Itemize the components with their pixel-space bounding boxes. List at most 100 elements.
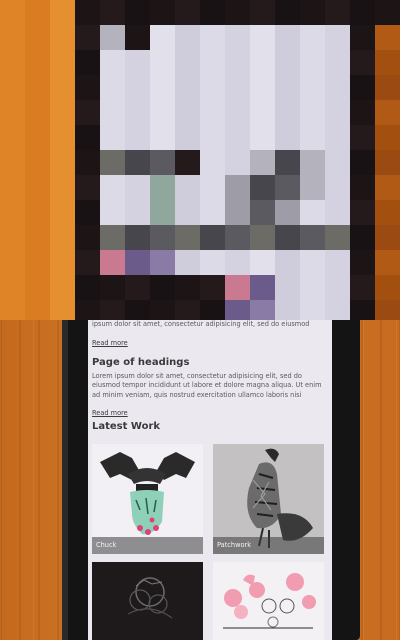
photo-pixel [200, 50, 225, 75]
work-tile-chuck[interactable]: Chuck [92, 444, 203, 554]
photo-pixel [250, 125, 275, 150]
photo-pixel [0, 75, 25, 100]
photo-pixel [275, 300, 300, 320]
photo-pixel [300, 100, 325, 125]
photo-pixel [175, 50, 200, 75]
read-more-link[interactable]: Read more [92, 339, 128, 347]
work-tile-pink-flowers[interactable] [213, 562, 324, 640]
photo-pixel [250, 25, 275, 50]
read-more-link-2[interactable]: Read more [92, 409, 128, 417]
photo-pixel [100, 225, 125, 250]
photo-pixel [0, 100, 25, 125]
photo-pixel [325, 125, 350, 150]
photo-pixel [50, 100, 75, 125]
photo-pixel [125, 100, 150, 125]
photo-pixel [100, 0, 125, 25]
photo-pixel [150, 75, 175, 100]
photo-pixel [175, 100, 200, 125]
photo-pixel [275, 25, 300, 50]
photo-pixel [25, 0, 50, 25]
photo-pixel [0, 175, 25, 200]
photo-pixel [250, 100, 275, 125]
photo-pixel [100, 200, 125, 225]
photo-pixel [375, 250, 400, 275]
photo-pixel [0, 0, 25, 25]
photo-pixel [275, 0, 300, 25]
photo-pixel [125, 125, 150, 150]
photo-pixel [375, 25, 400, 50]
photo-pixel [350, 75, 375, 100]
photo-pixel [225, 175, 250, 200]
section-heading: Page of headings [92, 356, 190, 368]
photo-pixel [250, 225, 275, 250]
paragraph-body: Lorem ipsum dolor sit amet, consectetur … [92, 371, 322, 399]
photo-pixel [325, 175, 350, 200]
photo-pixel [300, 75, 325, 100]
work-tile-dark-pattern[interactable] [92, 562, 203, 640]
photo-pixel [275, 175, 300, 200]
photo-pixel [325, 200, 350, 225]
photo-pixel [200, 175, 225, 200]
photo-pixel [225, 0, 250, 25]
photo-pixel [250, 150, 275, 175]
photo-pixel [125, 225, 150, 250]
photo-pixel [75, 100, 100, 125]
work-caption-patchwork: Patchwork [213, 537, 324, 554]
photo-pixel [200, 100, 225, 125]
photo-pixel [150, 150, 175, 175]
photo-pixel [250, 0, 275, 25]
photo-pixel [175, 300, 200, 320]
photo-pixel [325, 150, 350, 175]
photo-pixel [350, 150, 375, 175]
photo-pixel [225, 200, 250, 225]
photo-pixel [375, 300, 400, 320]
photo-pixel [25, 150, 50, 175]
photo-pixel [0, 50, 25, 75]
photo-pixel [250, 50, 275, 75]
photo-pixel [25, 75, 50, 100]
photo-pixel [300, 50, 325, 75]
photo-pixel [175, 200, 200, 225]
phone-screen[interactable]: ipsum dolor sit amet, consectetur adipis… [88, 320, 332, 640]
photo-pixel [150, 300, 175, 320]
photo-pixel [200, 250, 225, 275]
photo-pixel [100, 100, 125, 125]
photo-pixel [175, 275, 200, 300]
photo-pixel [125, 300, 150, 320]
photo-pixel [200, 275, 225, 300]
photo-pixel [125, 75, 150, 100]
photo-pixel [25, 125, 50, 150]
photo-pixel [300, 25, 325, 50]
photo-pixel [325, 25, 350, 50]
photo-pixel [50, 25, 75, 50]
photo-pixel [300, 250, 325, 275]
photo-pixel [25, 250, 50, 275]
photo-pixel [225, 75, 250, 100]
photo-pixel [150, 275, 175, 300]
photo-pixel [125, 150, 150, 175]
photo-pixel [0, 250, 25, 275]
photo-pixel [350, 25, 375, 50]
photo-pixel [275, 275, 300, 300]
photo-pixel [100, 125, 125, 150]
photo-pixel [100, 25, 125, 50]
photo-pixel [225, 25, 250, 50]
photo-pixel [300, 175, 325, 200]
photo-pixel [175, 175, 200, 200]
photo-pixel [125, 25, 150, 50]
photo-pixel [175, 125, 200, 150]
photo-pixel [75, 300, 100, 320]
photo-pixel [200, 300, 225, 320]
photo-pixel [325, 75, 350, 100]
photo-pixel [50, 175, 75, 200]
photo-pixel [25, 300, 50, 320]
photo-pixel [325, 275, 350, 300]
photo-pixel [225, 125, 250, 150]
photo-pixel [350, 0, 375, 25]
photo-pixel [0, 275, 25, 300]
work-tile-patchwork[interactable]: Patchwork [213, 444, 324, 554]
photo-pixel [50, 150, 75, 175]
photo-pixel [300, 150, 325, 175]
photo-pixel [125, 175, 150, 200]
photo-pixel [300, 200, 325, 225]
